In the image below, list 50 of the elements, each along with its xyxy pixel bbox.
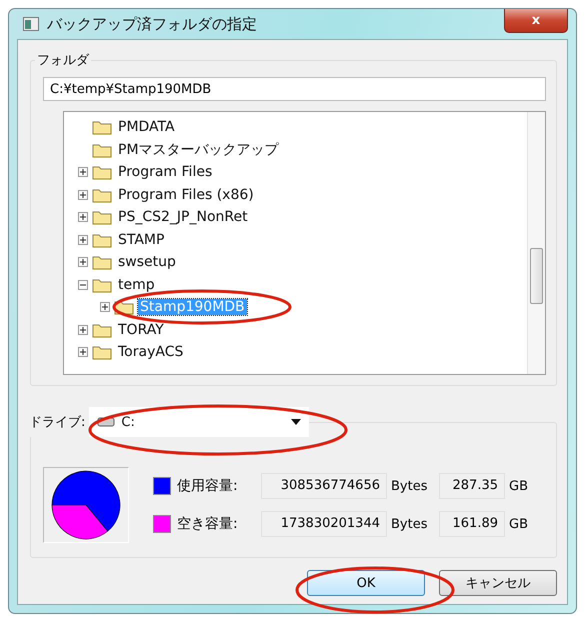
- folder-item[interactable]: TorayACS: [116, 344, 186, 360]
- folder-item[interactable]: swsetup: [116, 254, 178, 270]
- folder-item[interactable]: PMマスターバックアップ: [116, 140, 281, 159]
- expand-icon[interactable]: [78, 347, 88, 358]
- expand-icon[interactable]: [78, 324, 88, 335]
- window-title: バックアップ済フォルダの指定: [47, 14, 258, 34]
- folder-item[interactable]: PMDATA: [116, 119, 177, 136]
- folder-icon: [92, 164, 112, 180]
- bytes-field: 308536774656: [261, 473, 387, 499]
- folder-item[interactable]: STAMP: [116, 232, 166, 248]
- gb-field: 161.89: [439, 511, 505, 537]
- folder-icon: [92, 119, 112, 136]
- expand-icon[interactable]: [78, 234, 88, 245]
- folder-item[interactable]: temp: [116, 276, 157, 293]
- expand-icon[interactable]: [78, 257, 88, 268]
- expand-icon[interactable]: [78, 190, 88, 200]
- bytes-unit: Bytes: [391, 478, 428, 494]
- gb-unit: GB: [509, 516, 528, 532]
- bytes-unit: Bytes: [391, 516, 428, 532]
- folder-icon: [92, 254, 112, 270]
- legend-label: 空き容量:: [177, 515, 239, 533]
- expand-icon[interactable]: [100, 302, 110, 312]
- expand-icon[interactable]: [78, 167, 88, 178]
- folder-item[interactable]: PS_CS2_JP_NonRet: [116, 209, 250, 226]
- drive-label: ドライブ:: [29, 414, 86, 431]
- folder-icon: [92, 209, 112, 226]
- collapse-icon[interactable]: [78, 280, 88, 290]
- gb-field: 287.35: [439, 473, 505, 499]
- close-button[interactable]: x: [504, 9, 568, 33]
- folder-icon: [92, 322, 112, 338]
- scrollbar[interactable]: [527, 112, 545, 374]
- ok-button[interactable]: OK: [307, 570, 425, 596]
- folder-icon: [92, 186, 112, 203]
- folder-item[interactable]: TORAY: [116, 322, 166, 338]
- expand-icon[interactable]: [78, 212, 88, 222]
- folder-item[interactable]: Program Files: [116, 164, 214, 180]
- dropdown-arrow-icon: [291, 419, 302, 425]
- gb-unit: GB: [509, 478, 528, 494]
- bytes-field: 173830201344: [261, 511, 387, 537]
- folder-group-label: フォルダ: [35, 51, 91, 69]
- path-field[interactable]: C:¥temp¥Stamp190MDB: [43, 77, 546, 101]
- folder-icon: [92, 142, 112, 158]
- folder-icon: [92, 344, 112, 360]
- folder-icon: [92, 232, 112, 248]
- folder-item[interactable]: Program Files (x86): [116, 186, 256, 203]
- cancel-button[interactable]: キャンセル: [439, 570, 557, 596]
- legend-label: 使用容量:: [177, 477, 239, 495]
- window-icon: [23, 17, 39, 31]
- folder-icon: [92, 276, 112, 293]
- drive-dropdown[interactable]: C:: [89, 407, 310, 437]
